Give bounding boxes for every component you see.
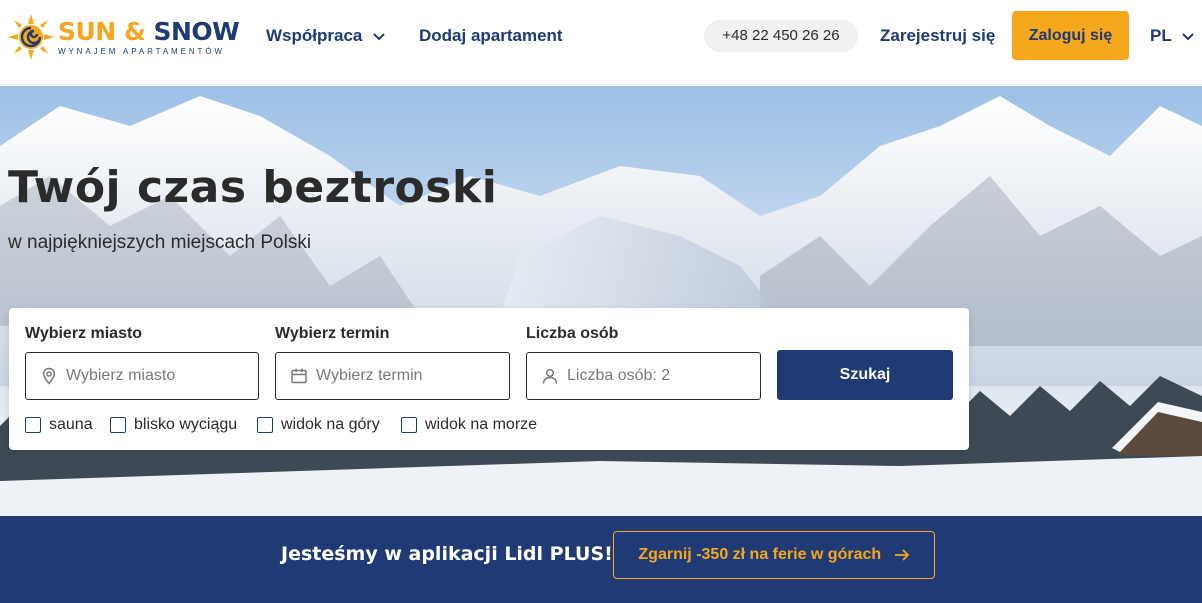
site-header: SUN & SNOW WYNAJEM APARTAMENTÓW Współpra… (0, 0, 1202, 85)
checkbox[interactable] (25, 417, 41, 433)
person-icon (542, 368, 558, 384)
hero-section: Twój czas beztroski w najpiękniejszych m… (0, 86, 1202, 516)
brand-logo[interactable]: SUN & SNOW WYNAJEM APARTAMENTÓW (8, 14, 240, 62)
chevron-down-icon (1182, 32, 1194, 40)
arrow-right-icon (894, 549, 909, 561)
language-label: PL (1150, 26, 1172, 45)
sun-logo-icon (8, 14, 54, 60)
language-selector[interactable]: PL (1150, 24, 1194, 48)
city-input[interactable]: Wybierz miasto (25, 352, 259, 400)
filter-label: blisko wyciągu (134, 416, 238, 433)
brand-title: SUN & SNOW (58, 17, 240, 46)
chevron-down-icon (373, 32, 385, 40)
date-input[interactable]: Wybierz termin (275, 352, 510, 400)
calendar-icon (291, 368, 307, 384)
filter-label: sauna (49, 416, 93, 433)
filter-near-lift[interactable]: blisko wyciągu (110, 416, 250, 436)
checkbox[interactable] (110, 417, 126, 433)
filter-label: widok na morze (425, 416, 538, 433)
nav-add-apartment-link[interactable]: Dodaj apartament (419, 24, 563, 48)
guests-label: Liczba osób (526, 325, 619, 342)
nav-collaboration-label: Współpraca (266, 26, 363, 45)
date-placeholder: Wybierz termin (316, 367, 423, 384)
hero-title: Twój czas beztroski (8, 162, 498, 213)
date-label: Wybierz termin (275, 325, 390, 342)
checkbox[interactable] (401, 417, 417, 433)
city-placeholder: Wybierz miasto (66, 367, 176, 384)
promo-banner: Jesteśmy w aplikacji Lidl PLUS! Zgarnij … (0, 516, 1202, 603)
guests-value: Liczba osób: 2 (567, 367, 671, 384)
filter-mountain-view[interactable]: widok na góry (257, 416, 392, 436)
nav-collaboration-dropdown[interactable]: Współpraca (266, 24, 385, 48)
search-form: Wybierz miasto Wybierz miasto Wybierz te… (9, 308, 969, 450)
promo-cta-label: Zgarnij -350 zł na ferie w górach (638, 546, 882, 563)
filter-sea-view[interactable]: widok na morze (401, 416, 551, 436)
hero-subtitle: w najpiękniejszych miejscach Polski (8, 232, 312, 253)
promo-text: Jesteśmy w aplikacji Lidl PLUS! (281, 543, 613, 565)
filter-label: widok na góry (281, 416, 380, 433)
phone-button[interactable]: +48 22 450 26 26 (704, 20, 858, 52)
brand-subtitle: WYNAJEM APARTAMENTÓW (58, 47, 225, 56)
promo-cta-button[interactable]: Zgarnij -350 zł na ferie w górach (613, 531, 935, 579)
location-pin-icon (42, 367, 56, 385)
register-link[interactable]: Zarejestruj się (880, 24, 995, 48)
checkbox[interactable] (257, 417, 273, 433)
search-button[interactable]: Szukaj (777, 350, 953, 400)
guests-input[interactable]: Liczba osób: 2 (526, 352, 761, 400)
login-button[interactable]: Zaloguj się (1012, 11, 1129, 60)
filter-sauna[interactable]: sauna (25, 416, 105, 436)
city-label: Wybierz miasto (25, 325, 143, 342)
mountain-background-image (0, 96, 1202, 516)
